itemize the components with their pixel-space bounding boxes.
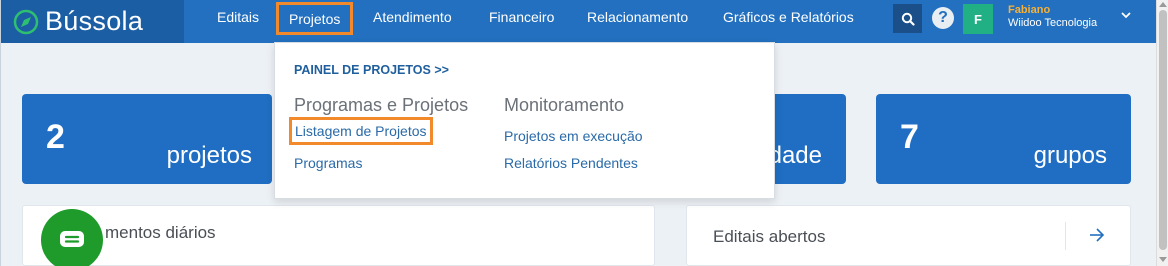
monitoramento-heading: Monitoramento [504,95,625,115]
chat-icon [60,231,84,247]
brand-name: Bússola [45,6,144,36]
relatorios-pendentes-link[interactable]: Relatórios Pendentes [504,155,638,171]
nav-projetos[interactable]: Projetos [276,2,354,35]
stat-card-projetos[interactable]: 2 projetos [22,94,272,184]
arrow-right-icon[interactable] [1088,227,1106,243]
chat-button[interactable] [41,209,103,266]
help-button[interactable]: ? [932,7,954,29]
stat-number: 7 [900,118,919,156]
nav-editais[interactable]: Editais [217,0,259,35]
panel-lancamentos: mentos diários [22,205,655,266]
brand[interactable]: Bússola [1,0,184,43]
panel-title: mentos diários [105,223,216,242]
scroll-down-arrow[interactable] [1159,257,1167,262]
painel-de-projetos-link[interactable]: PAINEL DE PROJETOS >> [294,63,449,77]
compass-icon [13,9,39,34]
vertical-scrollbar[interactable] [1156,0,1168,266]
panel-title: Editais abertos [713,227,826,246]
nav-atendimento[interactable]: Atendimento [373,0,452,35]
search-button[interactable] [893,4,922,33]
programas-link[interactable]: Programas [294,155,362,171]
app-window: Bússola Editais Projetos Atendimento Fin… [0,0,1156,266]
user-name[interactable]: Fabiano [1008,4,1050,16]
panel-editais-abertos: Editais abertos [686,205,1131,266]
stat-label: dade [768,142,822,169]
stat-card-grupos[interactable]: 7 grupos [876,94,1131,184]
nav-graficos-relatorios[interactable]: Gráficos e Relatórios [723,0,854,35]
stat-number: 2 [46,118,65,156]
divider [1065,222,1066,250]
nav-relacionamento[interactable]: Relacionamento [587,0,688,35]
chevron-down-icon[interactable] [1120,9,1132,21]
projetos-em-execucao-link[interactable]: Projetos em execução [504,128,643,144]
scroll-up-arrow[interactable] [1159,2,1167,7]
stat-label: projetos [166,142,252,169]
stat-label: grupos [1033,142,1107,169]
avatar[interactable]: F [963,4,993,34]
search-icon [901,12,915,26]
user-company[interactable]: Wiidoo Tecnologia [1008,17,1097,29]
programas-projetos-heading: Programas e Projetos [294,95,469,115]
top-navbar: Bússola Editais Projetos Atendimento Fin… [1,0,1156,43]
listagem-de-projetos-link[interactable]: Listagem de Projetos [289,117,433,145]
scroll-thumb[interactable] [1159,10,1167,250]
projetos-dropdown-menu: PAINEL DE PROJETOS >> Programas e Projet… [274,42,775,199]
nav-financeiro[interactable]: Financeiro [489,0,554,35]
